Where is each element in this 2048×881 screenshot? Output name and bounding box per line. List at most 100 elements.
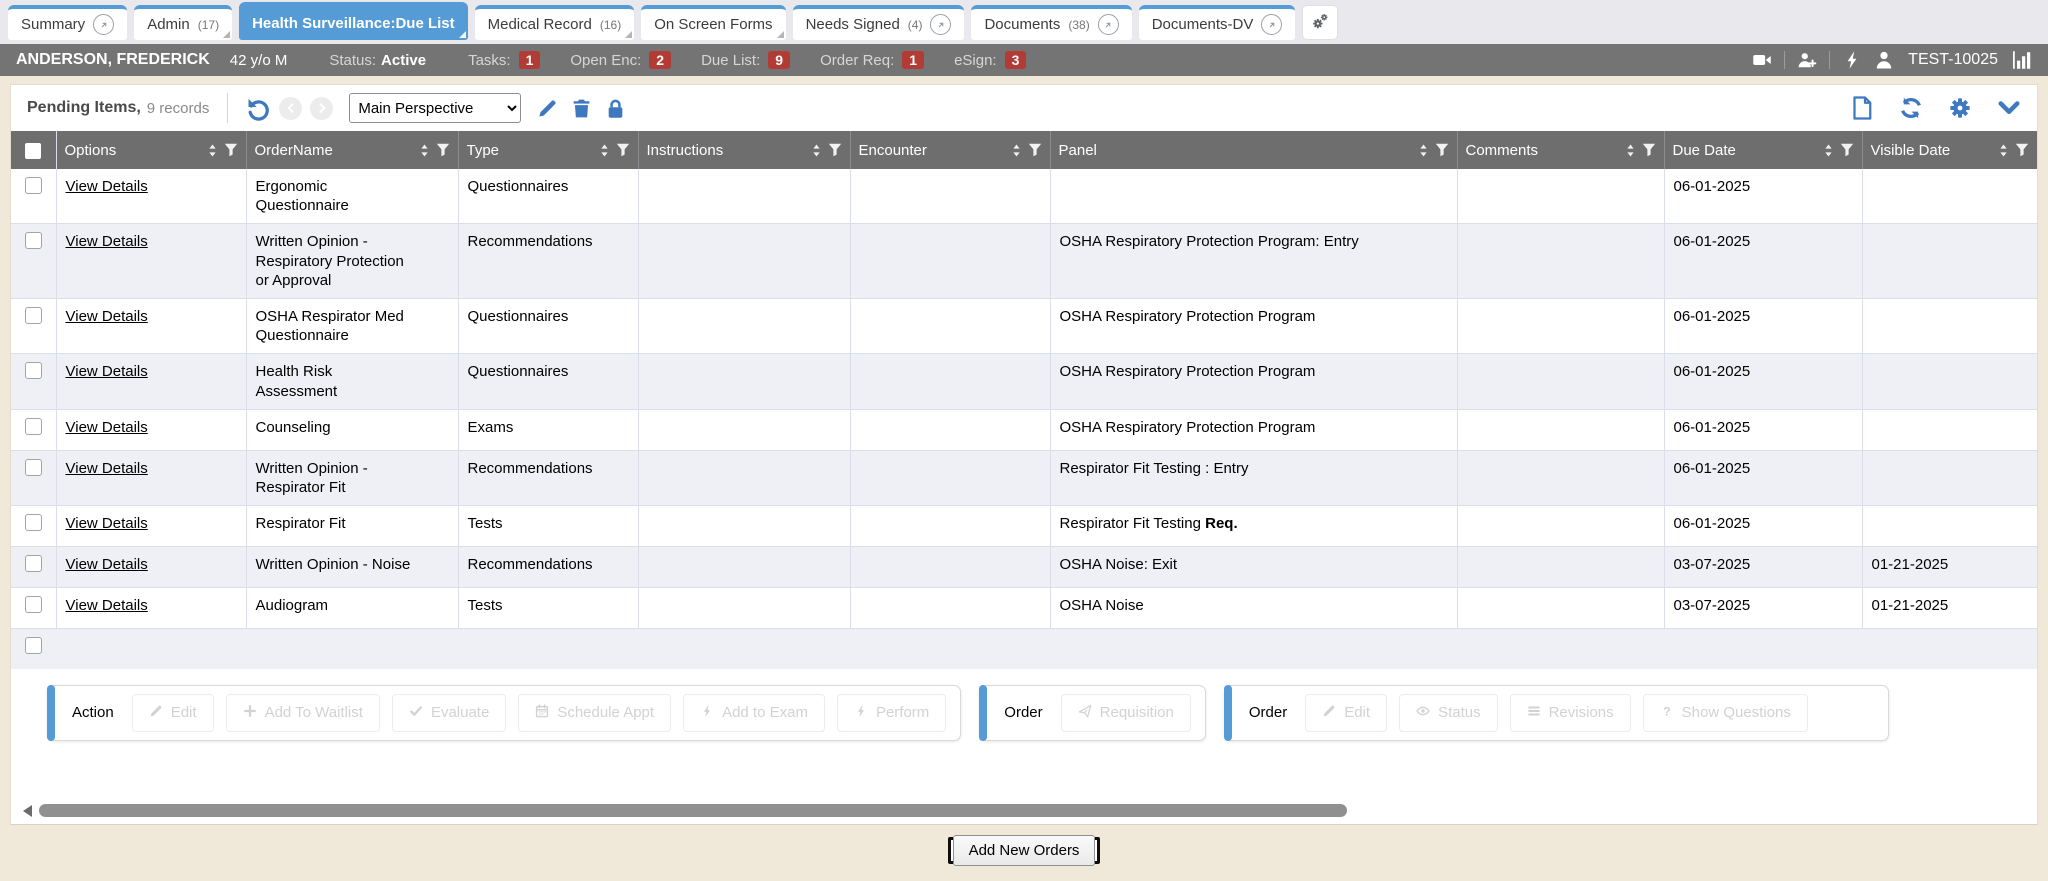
sort-icon[interactable] — [419, 143, 430, 158]
cell-type: Questionnaires — [458, 298, 638, 353]
row-checkbox[interactable] — [25, 307, 42, 324]
row-checkbox[interactable] — [25, 418, 42, 435]
view-details-link[interactable]: View Details — [66, 363, 148, 380]
chevron-down-button[interactable] — [1997, 96, 2021, 120]
action-button-revisions[interactable]: Revisions — [1510, 694, 1631, 732]
cell-panel: OSHA Noise — [1050, 588, 1457, 629]
sort-icon[interactable] — [207, 143, 218, 158]
view-details-link[interactable]: View Details — [66, 556, 148, 573]
patient-counters: Tasks:1Open Enc:2Due List:9Order Req:1eS… — [468, 51, 1056, 69]
tab-documents-dv[interactable]: Documents-DV — [1139, 5, 1296, 40]
filter-icon[interactable] — [616, 143, 630, 157]
row-checkbox[interactable] — [25, 362, 42, 379]
column-header-panel[interactable]: Panel — [1050, 131, 1457, 169]
action-button-edit[interactable]: Edit — [1305, 694, 1387, 732]
pencil-button[interactable] — [537, 98, 558, 119]
filter-icon[interactable] — [1028, 143, 1042, 157]
action-button-add-to-waitlist[interactable]: Add To Waitlist — [226, 694, 380, 732]
filter-icon[interactable] — [828, 143, 842, 157]
sort-icon[interactable] — [1418, 143, 1429, 158]
chevron-right-button[interactable] — [310, 97, 333, 120]
tab-medical-record[interactable]: Medical Record(16) — [475, 5, 635, 40]
tab-documents[interactable]: Documents(38) — [971, 5, 1131, 40]
lock-button[interactable] — [605, 98, 626, 119]
gear-button[interactable] — [1948, 96, 1972, 120]
external-link-icon[interactable] — [1098, 14, 1119, 35]
cell-instructions — [638, 450, 850, 505]
sort-icon[interactable] — [1823, 143, 1834, 158]
scrollbar-thumb[interactable] — [39, 804, 1347, 817]
trash-button[interactable] — [571, 98, 592, 119]
row-checkbox[interactable] — [25, 596, 42, 613]
person-plus-icon[interactable] — [1797, 50, 1817, 70]
tab-needs-signed[interactable]: Needs Signed(4) — [793, 5, 965, 40]
filter-icon[interactable] — [1435, 143, 1449, 157]
view-details-link[interactable]: View Details — [66, 308, 148, 325]
cell-due-date: 03-07-2025 — [1664, 547, 1862, 588]
row-checkbox[interactable] — [25, 514, 42, 531]
column-header-encounter[interactable]: Encounter — [850, 131, 1050, 169]
action-button-edit[interactable]: Edit — [132, 694, 214, 732]
column-header-comments[interactable]: Comments — [1457, 131, 1664, 169]
tab-settings-button[interactable] — [1302, 5, 1338, 40]
view-details-link[interactable]: View Details — [66, 460, 148, 477]
view-details-link[interactable]: View Details — [66, 515, 148, 532]
action-button-perform[interactable]: Perform — [837, 694, 946, 732]
filter-icon[interactable] — [2015, 143, 2029, 157]
tab-summary[interactable]: Summary — [8, 5, 127, 40]
column-header-options[interactable]: Options — [56, 131, 246, 169]
action-button-status[interactable]: Status — [1399, 694, 1498, 732]
tab-admin[interactable]: Admin(17) — [134, 5, 232, 40]
refresh-button[interactable] — [1899, 96, 1923, 120]
chevron-left-button[interactable] — [279, 97, 302, 120]
row-checkbox[interactable] — [25, 459, 42, 476]
undo-button[interactable] — [246, 96, 271, 121]
cell-instructions — [638, 169, 850, 224]
pencil-icon — [149, 704, 163, 722]
lightning-icon[interactable] — [1842, 50, 1862, 70]
row-checkbox[interactable] — [25, 177, 42, 194]
action-button-requisition[interactable]: Requisition — [1061, 694, 1191, 732]
tab-health-surveillance-due-list[interactable]: Health Surveillance:Due List — [239, 2, 468, 40]
perspective-select[interactable]: Main Perspective — [349, 93, 521, 123]
counter-badge: 3 — [1005, 51, 1027, 69]
filter-icon[interactable] — [224, 143, 238, 157]
action-button-add-to-exam[interactable]: Add to Exam — [683, 694, 825, 732]
action-button-evaluate[interactable]: Evaluate — [392, 694, 506, 732]
column-header-visible-date[interactable]: Visible Date — [1862, 131, 2037, 169]
view-details-link[interactable]: View Details — [66, 419, 148, 436]
sort-icon[interactable] — [1011, 143, 1022, 158]
sort-icon[interactable] — [599, 143, 610, 158]
row-checkbox[interactable] — [25, 637, 42, 654]
sort-icon[interactable] — [1998, 143, 2009, 158]
view-details-link[interactable]: View Details — [66, 597, 148, 614]
new-file-button[interactable] — [1850, 96, 1874, 120]
cell-comments — [1457, 224, 1664, 299]
action-button-show-questions[interactable]: ?Show Questions — [1643, 694, 1808, 732]
column-header-ordername[interactable]: OrderName — [246, 131, 458, 169]
filter-icon[interactable] — [1642, 143, 1656, 157]
column-header-type[interactable]: Type — [458, 131, 638, 169]
add-new-orders-button[interactable]: Add New Orders — [948, 837, 1101, 864]
row-checkbox[interactable] — [25, 555, 42, 572]
cell-order-name: Ergonomic Questionnaire — [246, 169, 458, 224]
select-all-checkbox[interactable] — [25, 143, 41, 159]
row-checkbox[interactable] — [25, 232, 42, 249]
view-details-link[interactable]: View Details — [66, 233, 148, 250]
column-header-instructions[interactable]: Instructions — [638, 131, 850, 169]
video-camera-icon[interactable] — [1752, 50, 1772, 70]
scroll-left-arrow[interactable] — [23, 805, 32, 817]
filter-icon[interactable] — [1840, 143, 1854, 157]
external-link-icon[interactable] — [930, 14, 951, 35]
external-link-icon[interactable] — [1261, 14, 1282, 35]
external-link-icon[interactable] — [93, 14, 114, 35]
column-header-due-date[interactable]: Due Date — [1664, 131, 1862, 169]
bar-chart-icon[interactable] — [2012, 50, 2032, 70]
cell-instructions — [638, 224, 850, 299]
tab-on-screen-forms[interactable]: On Screen Forms — [641, 5, 785, 40]
sort-icon[interactable] — [1625, 143, 1636, 158]
action-button-schedule-appt[interactable]: Schedule Appt — [518, 694, 671, 732]
sort-icon[interactable] — [811, 143, 822, 158]
filter-icon[interactable] — [436, 143, 450, 157]
view-details-link[interactable]: View Details — [66, 178, 148, 195]
